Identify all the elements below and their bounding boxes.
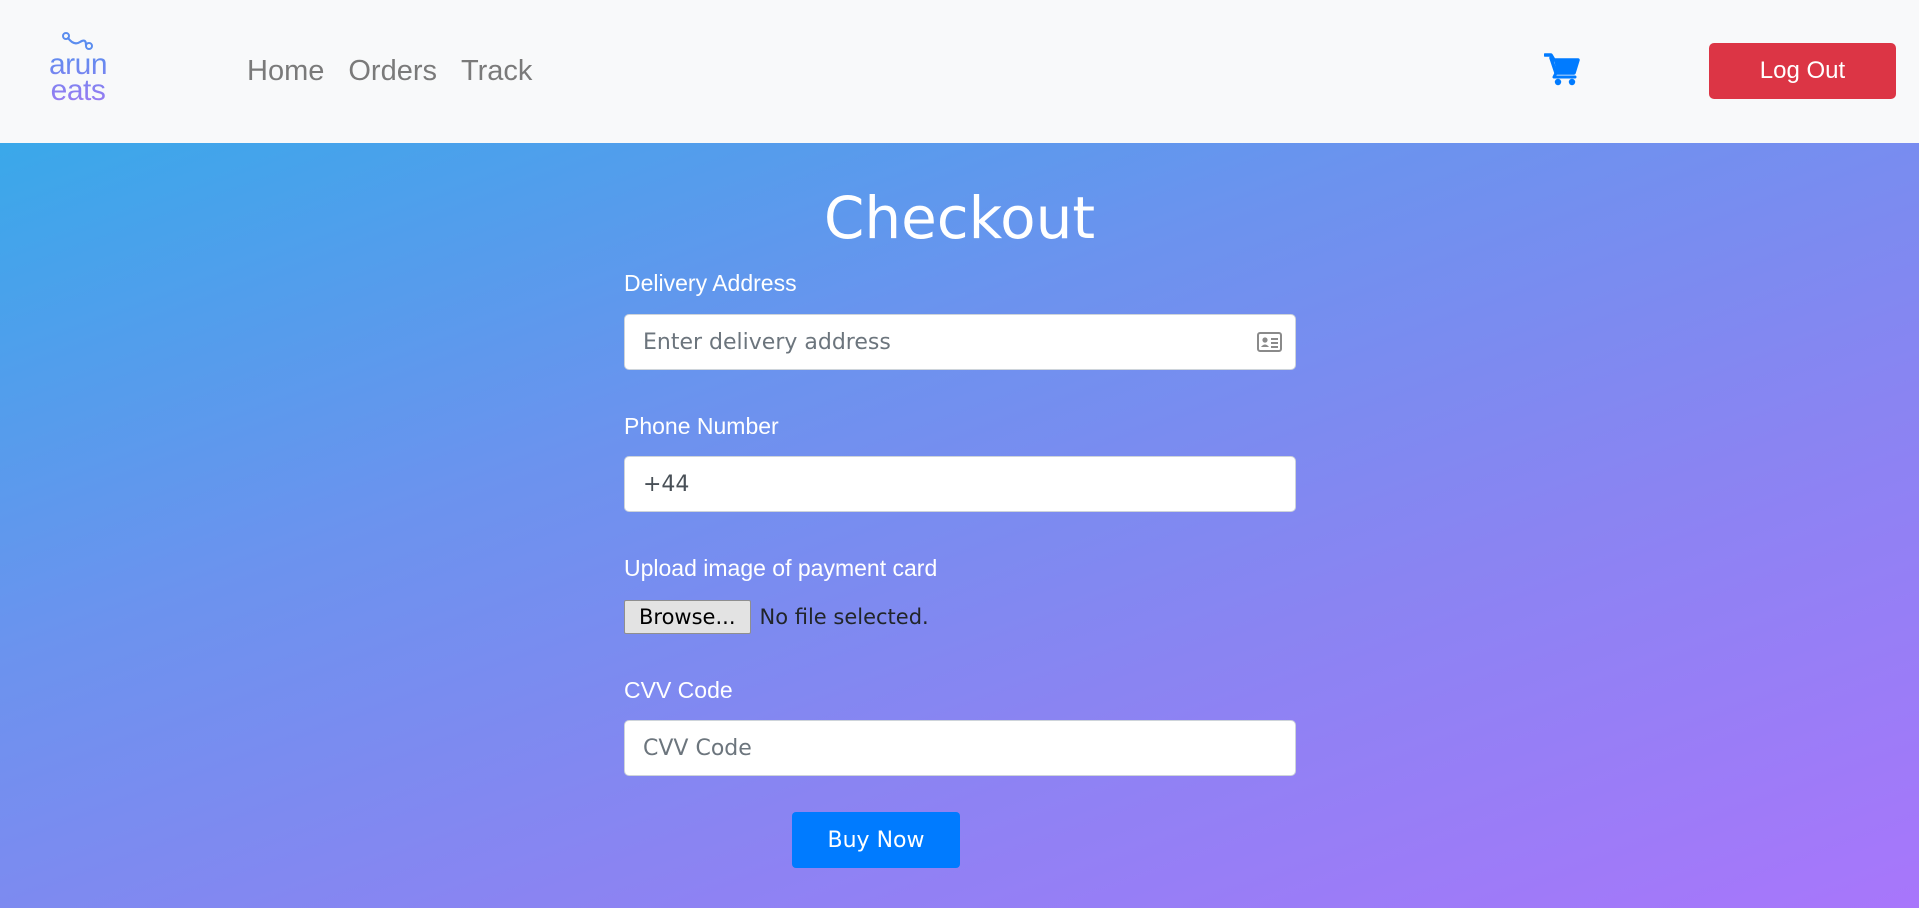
checkout-section: Checkout bbox=[0, 143, 1919, 908]
logout-button[interactable]: Log Out bbox=[1709, 43, 1896, 99]
navbar: arun eats Home Orders Track Log Out bbox=[0, 0, 1919, 143]
phone-number-input[interactable] bbox=[624, 456, 1296, 512]
page-title: Checkout bbox=[823, 184, 1096, 252]
cvv-code-label: CVV Code bbox=[624, 677, 733, 703]
upload-card-label: Upload image of payment card bbox=[624, 555, 938, 581]
nav-track-link[interactable]: Track bbox=[461, 52, 532, 90]
file-upload: Browse... No file selected. bbox=[624, 600, 929, 634]
browse-button[interactable]: Browse... bbox=[624, 600, 751, 634]
nav-orders-link[interactable]: Orders bbox=[348, 52, 437, 90]
shopping-cart-icon[interactable] bbox=[1544, 52, 1580, 86]
phone-number-label: Phone Number bbox=[624, 413, 779, 439]
brand-line-2: eats bbox=[50, 74, 106, 107]
address-card-icon bbox=[1257, 332, 1282, 352]
brand-wordmark: arun eats bbox=[40, 52, 116, 104]
nav-home-link[interactable]: Home bbox=[247, 52, 324, 90]
brand-logo[interactable]: arun eats bbox=[40, 32, 116, 110]
cvv-code-input[interactable] bbox=[624, 720, 1296, 776]
delivery-address-input[interactable] bbox=[624, 314, 1296, 370]
delivery-address-label: Delivery Address bbox=[624, 270, 797, 296]
file-status-text: No file selected. bbox=[759, 605, 929, 629]
main-nav: Home Orders Track bbox=[247, 52, 556, 90]
buy-now-button[interactable]: Buy Now bbox=[792, 812, 960, 868]
